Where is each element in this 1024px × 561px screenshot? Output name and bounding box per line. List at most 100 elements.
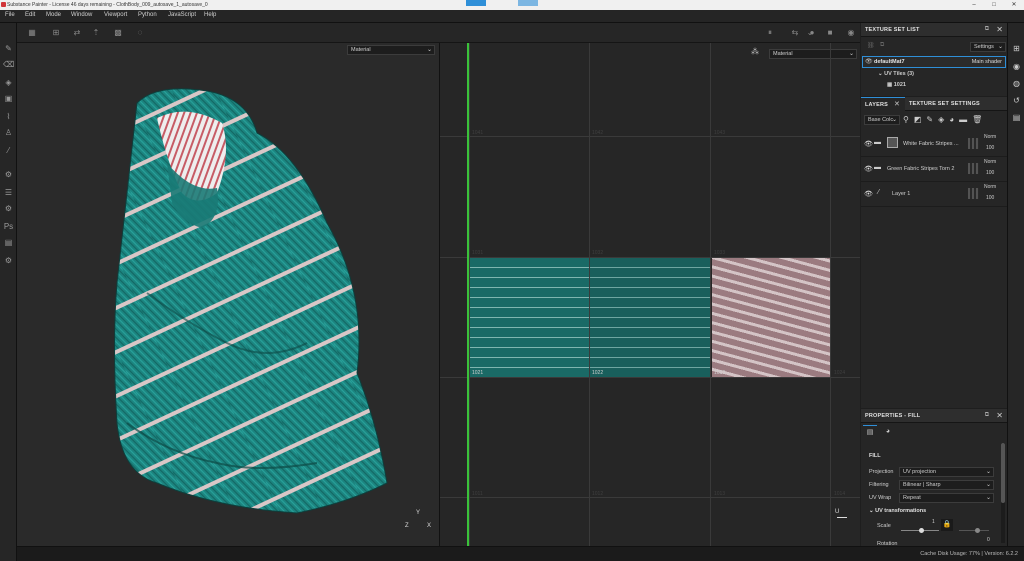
eye-icon[interactable]: 👁 <box>864 140 873 148</box>
pin-icon[interactable]: ⧉ <box>985 412 989 419</box>
add-mask-icon[interactable]: ◩ <box>914 115 927 124</box>
log-icon[interactable]: ▤ <box>1011 112 1022 123</box>
projection-select[interactable]: UV projection ⌄ <box>899 467 994 477</box>
uv-display-icon[interactable]: ⁂ <box>751 47 759 56</box>
camera-mode-icon[interactable]: ⇆ <box>790 28 800 38</box>
environment-icon[interactable]: ◍ <box>1011 78 1022 89</box>
move-icon[interactable]: ⇡ <box>91 28 101 38</box>
uv-tile-1022[interactable] <box>590 258 710 377</box>
lock-icon[interactable]: 🔒 <box>941 519 953 531</box>
eraser-icon[interactable]: ⌫ <box>3 59 14 70</box>
layer-blend-mode[interactable]: Norm <box>984 134 996 140</box>
polygon-fill-icon[interactable]: ▣ <box>3 93 14 104</box>
layer-opacity[interactable]: 100 <box>986 170 994 176</box>
filtering-select[interactable]: Bilinear | Sharp ⌄ <box>899 480 994 490</box>
menu-mode[interactable]: Mode <box>46 12 61 18</box>
screenshot-icon[interactable]: ◉ <box>846 28 856 38</box>
menu-file[interactable]: File <box>5 12 15 18</box>
menu-edit[interactable]: Edit <box>25 12 35 18</box>
close-icon[interactable]: ✕ <box>996 25 1003 34</box>
menu-window[interactable]: Window <box>71 12 92 18</box>
settings-icon[interactable]: ⚙ <box>3 255 14 266</box>
bake-icon[interactable]: ▤ <box>3 237 14 248</box>
projection-icon[interactable]: ◈ <box>3 77 14 88</box>
material-select-2d[interactable]: Material ⌄ <box>769 49 857 59</box>
display-settings-icon[interactable]: ⚙ <box>3 203 14 214</box>
scale-value[interactable]: 1 <box>932 519 935 525</box>
eye-icon[interactable]: 👁 <box>864 190 873 198</box>
channel-select[interactable]: Base Colc ⌄ <box>864 115 900 125</box>
uv-tile-1023[interactable] <box>712 258 830 377</box>
grid-symmetry-icon[interactable]: ▦ <box>27 28 37 38</box>
uv-tile-row[interactable]: ▦ 1021 <box>887 82 906 88</box>
close-icon[interactable]: ✕ <box>996 411 1003 420</box>
layer-blend-mode[interactable]: Norm <box>984 184 996 190</box>
layer-row[interactable]: 👁 ▬ White Fabric Stripes ... Norm 100 <box>861 132 1007 157</box>
link-icon[interactable]: ⛓ <box>867 42 875 49</box>
copy-icon[interactable]: ⧉ <box>880 42 884 49</box>
properties-title: PROPERTIES - FILL <box>865 413 921 419</box>
shader-name[interactable]: Main shader <box>972 59 1002 65</box>
add-fill-layer-icon[interactable]: ◈ <box>938 115 949 124</box>
paint-brush-icon[interactable]: ✎ <box>3 43 14 54</box>
color-picker-icon[interactable]: ⁄ <box>3 145 14 156</box>
eye-icon[interactable]: 👁 <box>864 165 873 173</box>
assets-icon[interactable]: ⚙ <box>3 169 14 180</box>
add-folder-icon[interactable]: ▬ <box>959 115 972 124</box>
pin-icon[interactable]: ⧉ <box>985 26 989 33</box>
light-icon[interactable]: ● <box>807 28 817 38</box>
uvwrap-select[interactable]: Repeat ⌄ <box>899 493 994 503</box>
shelf-icon[interactable]: ☰ <box>3 187 14 198</box>
menu-viewport[interactable]: Viewport <box>104 12 127 18</box>
close-window-icon[interactable]: ✕ <box>1004 0 1024 10</box>
smudge-icon[interactable]: ⌇ <box>3 111 14 122</box>
scale-slider-track-2[interactable] <box>959 530 989 531</box>
minimize-icon[interactable]: – <box>964 0 984 10</box>
close-icon[interactable]: ✕ <box>894 100 900 108</box>
lazy-mouse-icon[interactable]: ◌ <box>135 28 145 38</box>
add-smart-material-icon[interactable]: ◕ <box>949 115 959 124</box>
selection-icon[interactable]: ▩ <box>113 28 123 38</box>
mirror-icon[interactable]: ⇄ <box>72 28 82 38</box>
clone-stamp-icon[interactable]: ♙ <box>3 127 14 138</box>
menu-help[interactable]: Help <box>204 12 216 18</box>
layer-row[interactable]: 👁 ▬ Green Fabric Stripes Torn 2 Norm 100 <box>861 157 1007 182</box>
viewport-3d[interactable]: Material ⌄ Z Y X <box>17 43 439 546</box>
material-tab-icon[interactable]: ◕ <box>881 425 895 439</box>
viewport-2d[interactable]: ⁂ Material ⌄ 1021 1022 1023 1041 1042 104… <box>440 43 860 546</box>
tab-texture-set-settings[interactable]: TEXTURE SET SETTINGS <box>909 101 980 107</box>
maximize-icon[interactable]: □ <box>984 0 1004 10</box>
add-effect-icon[interactable]: ⚲ <box>903 115 914 124</box>
layers-shelf-icon[interactable]: ⊞ <box>1011 43 1022 54</box>
transform-icon[interactable]: ⊞ <box>51 28 61 38</box>
layer-row[interactable]: 👁 ⁄ Layer 1 Norm 100 <box>861 182 1007 207</box>
scale-slider-handle[interactable] <box>919 528 924 533</box>
tab-layers[interactable]: LAYERS ✕ <box>861 97 905 111</box>
delete-layer-icon[interactable]: 🗑 <box>972 115 987 124</box>
video-record-icon[interactable]: ■ <box>825 28 835 38</box>
properties-scrollbar[interactable] <box>1001 443 1005 543</box>
scale-value-2[interactable]: 0 <box>987 537 990 543</box>
layer-opacity[interactable]: 100 <box>986 145 994 151</box>
camera-icon[interactable]: ◉ <box>1011 61 1022 72</box>
eye-icon[interactable]: 👁 <box>865 58 873 65</box>
uv-tiles-toggle[interactable]: ⌄ UV Tiles (3) <box>878 71 914 77</box>
uv-tile-1021[interactable] <box>470 258 589 377</box>
menu-python[interactable]: Python <box>138 12 157 18</box>
fill-properties-tab-icon[interactable]: ▤ <box>863 425 877 439</box>
history-icon[interactable]: ↺ <box>1011 95 1022 106</box>
layer-blend-mode[interactable]: Norm <box>984 159 996 165</box>
layer-opacity[interactable]: 100 <box>986 195 994 201</box>
texture-set-settings-select[interactable]: Settings ⌄ <box>970 42 1006 52</box>
texture-set-row[interactable]: 👁 defaultMat7 Main shader <box>862 56 1006 68</box>
scale-slider-handle-2[interactable] <box>975 528 980 533</box>
photoshop-export-icon[interactable]: Ps <box>3 221 14 232</box>
menu-javascript[interactable]: JavaScript <box>168 12 196 18</box>
fill-section-title: FILL <box>869 453 881 459</box>
properties-scrollbar-thumb[interactable] <box>1001 443 1005 503</box>
axis-u-label: U <box>835 509 840 515</box>
pause-render-icon[interactable]: ⏸ <box>765 28 775 38</box>
mask-thumbnail[interactable] <box>887 137 898 148</box>
add-paint-layer-icon[interactable]: ✎ <box>926 115 938 124</box>
uv-transformations-toggle[interactable]: ⌄ UV transformations <box>869 508 926 514</box>
